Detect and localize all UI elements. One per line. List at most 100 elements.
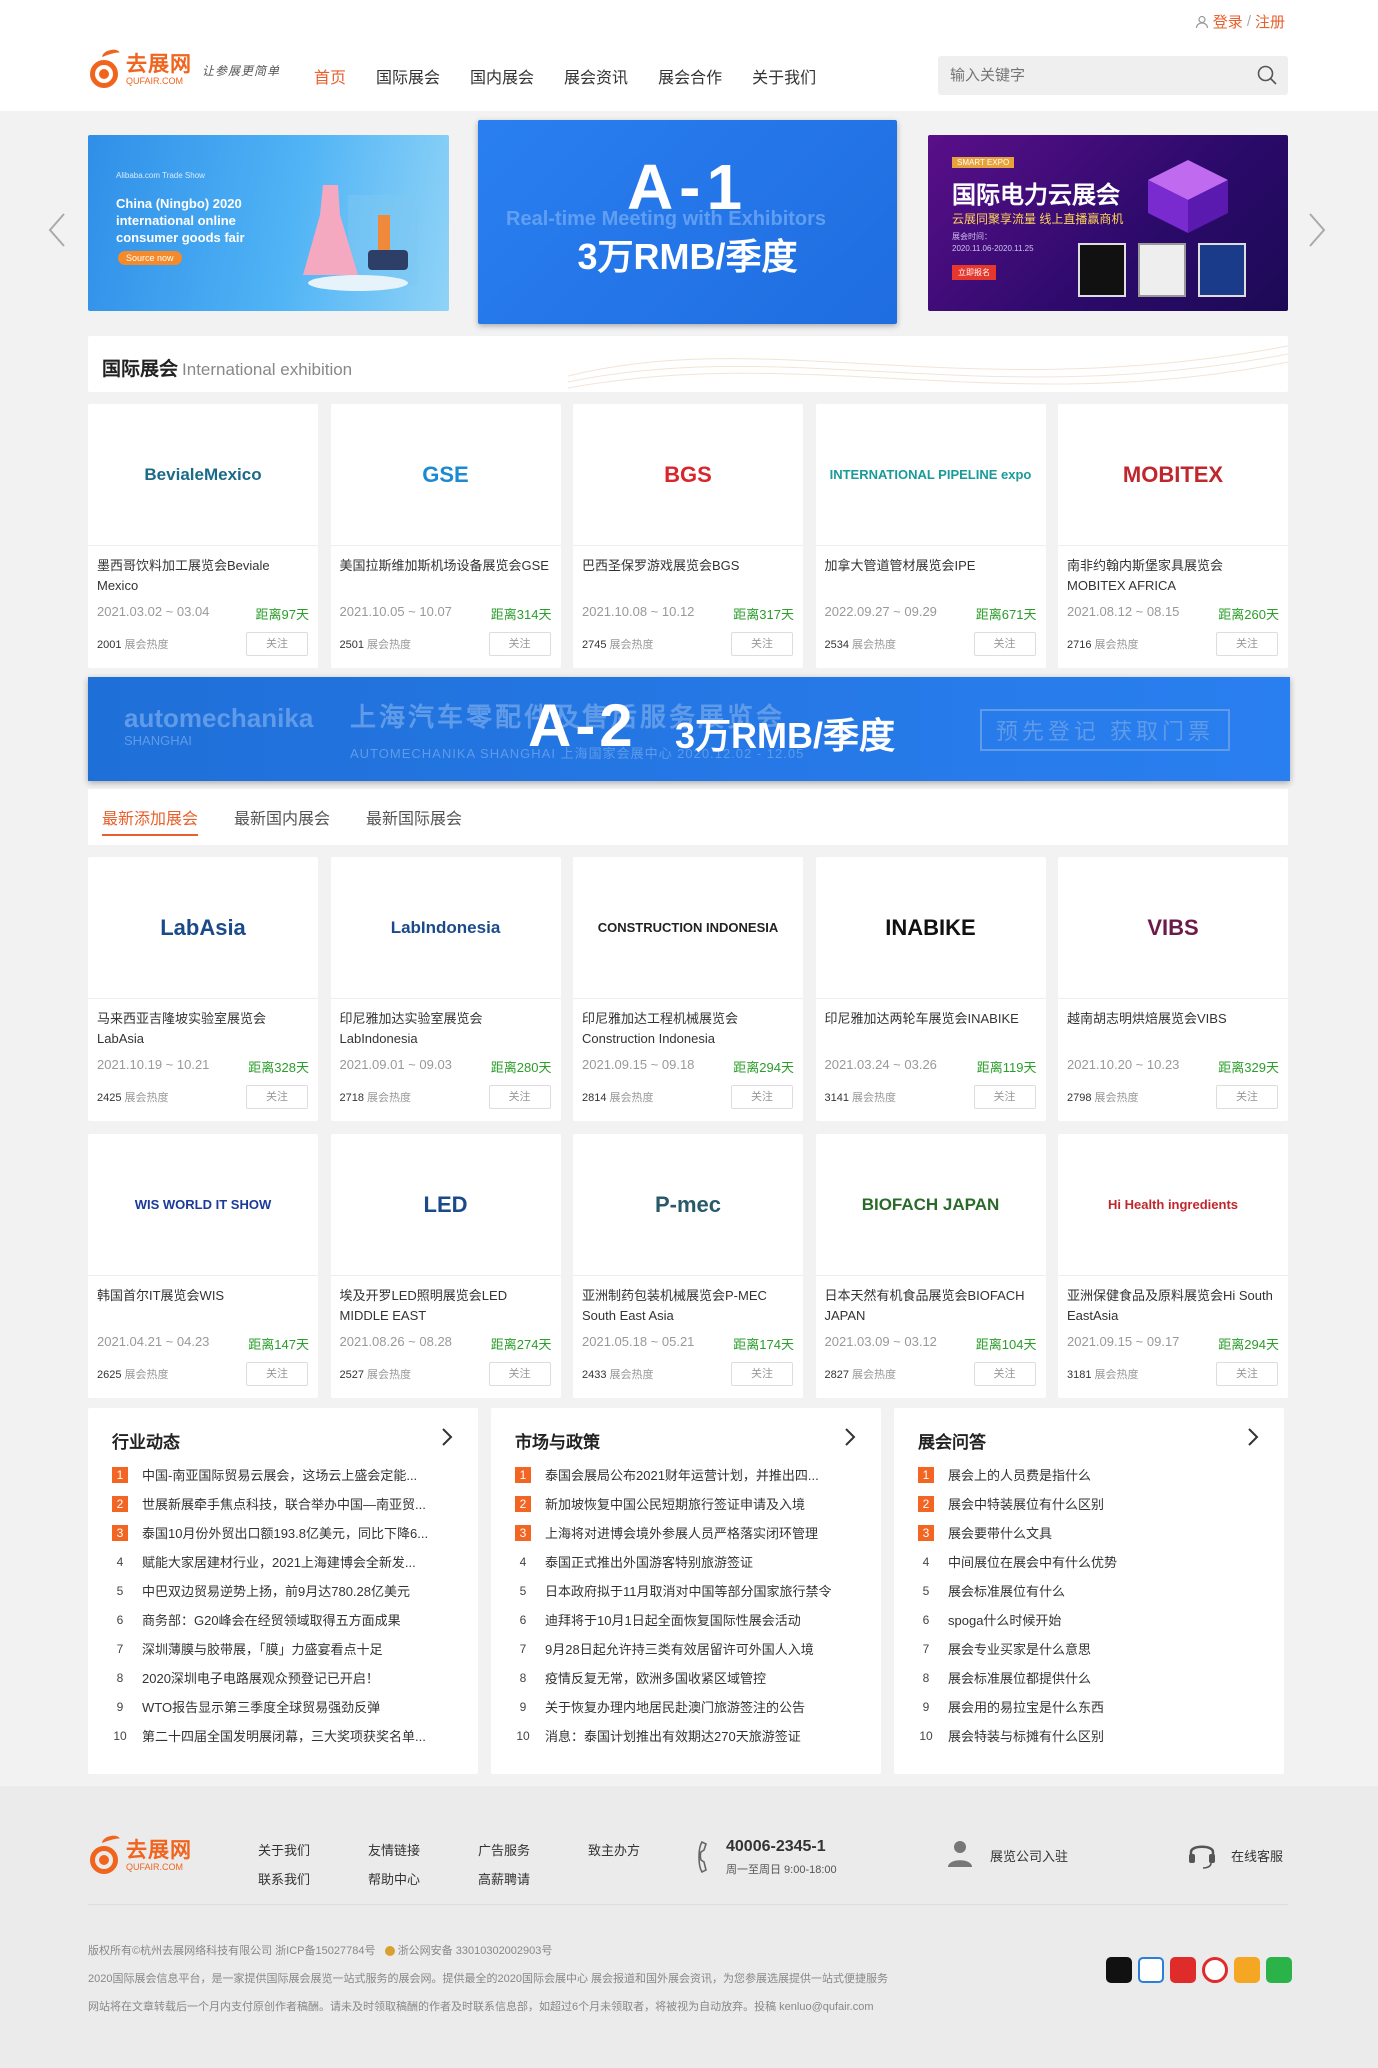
exhibition-name[interactable]: 巴西圣保罗游戏展览会BGS (582, 556, 796, 576)
exhibition-card[interactable]: WIS WORLD IT SHOW 韩国首尔IT展览会WIS 2021.04.2… (88, 1134, 318, 1398)
news-item[interactable]: 2 展会中特装展位有什么区别 (918, 1489, 1258, 1518)
news-item[interactable]: 7 深圳薄膜与胶带展，「膜」力盛宴看点十足 (112, 1634, 452, 1663)
exhibition-name[interactable]: 日本天然有机食品展览会BIOFACH JAPAN (825, 1286, 1039, 1326)
news-item[interactable]: 1 中国-南亚国际贸易云展会，这场云上盛会定能... (112, 1460, 452, 1489)
search-input[interactable] (938, 56, 1238, 95)
news-item[interactable]: 8 疫情反复无常，欧洲多国收紧区域管控 (515, 1663, 855, 1692)
news-item[interactable]: 10 第二十四届全国发明展闭幕，三大奖项获奖名单... (112, 1721, 452, 1750)
news-item[interactable]: 4 中间展位在展会中有什么优势 (918, 1547, 1258, 1576)
exhibition-name[interactable]: 亚洲保健食品及原料展览会Hi South EastAsia (1067, 1286, 1281, 1326)
nav-home[interactable]: 首页 (314, 64, 346, 88)
weibo-icon[interactable] (1202, 1957, 1228, 1983)
follow-button[interactable]: 关注 (973, 1362, 1036, 1386)
chevron-right-icon[interactable] (440, 1426, 454, 1448)
follow-button[interactable]: 关注 (731, 1085, 793, 1109)
tab-latest-added[interactable]: 最新添加展会 (102, 805, 199, 836)
exhibition-card[interactable]: MOBITEX 南非约翰内斯堡家具展览会MOBITEX AFRICA 2021.… (1058, 404, 1288, 668)
register-link[interactable]: 注册 (1255, 11, 1285, 32)
exhibition-card[interactable]: Hi Health ingredients 亚洲保健食品及原料展览会Hi Sou… (1058, 1134, 1288, 1398)
exhibition-card[interactable]: P-mec 亚洲制药包装机械展览会P-MEC South East Asia 2… (573, 1134, 803, 1398)
exhibition-name[interactable]: 印尼雅加达两轮车展览会INABIKE (825, 1009, 1039, 1029)
banner-left[interactable]: Alibaba.com Trade Show China (Ningbo) 20… (88, 135, 449, 311)
footer-online-service[interactable]: 在线客服 (1231, 1846, 1283, 1865)
footer-link-contact[interactable]: 联系我们 (258, 1869, 310, 1888)
follow-button[interactable]: 关注 (973, 632, 1036, 656)
news-item[interactable]: 6 商务部：G20峰会在经贸领域取得五方面成果 (112, 1605, 452, 1634)
exhibition-card[interactable]: INABIKE 印尼雅加达两轮车展览会INABIKE 2021.03.24 ~ … (815, 857, 1046, 1121)
follow-button[interactable]: 关注 (246, 1362, 308, 1386)
exhibition-card[interactable]: CONSTRUCTION INDONESIA 印尼雅加达工程机械展览会Const… (573, 857, 803, 1121)
banner-left-button[interactable]: Source now (118, 251, 182, 265)
wechat-icon[interactable] (1266, 1957, 1292, 1983)
follow-button[interactable]: 关注 (246, 1085, 308, 1109)
chevron-right-icon[interactable] (843, 1426, 857, 1448)
news-item[interactable]: 9 展会用的易拉宝是什么东西 (918, 1692, 1258, 1721)
news-item[interactable]: 7 展会专业买家是什么意思 (918, 1634, 1258, 1663)
news-item[interactable]: 2 新加坡恢复中国公民短期旅行签证申请及入境 (515, 1489, 855, 1518)
news-item[interactable]: 2 世展新展牵手焦点科技，联合举办中国—南亚贸... (112, 1489, 452, 1518)
follow-button[interactable]: 关注 (488, 1085, 551, 1109)
carousel-prev-icon[interactable] (46, 210, 68, 250)
news-item[interactable]: 5 中巴双边贸易逆势上扬，前9月达780.28亿美元 (112, 1576, 452, 1605)
ad-banner-a2[interactable]: automechanika SHANGHAI 上海汽车零配件及售后服务展览会 A… (88, 677, 1290, 781)
follow-button[interactable]: 关注 (1216, 632, 1278, 656)
news-item[interactable]: 3 上海将对进博会境外参展人员严格落实闭环管理 (515, 1518, 855, 1547)
youku-icon[interactable] (1138, 1957, 1164, 1983)
ad-banner-a1[interactable]: Real-time Meeting with Exhibitors A-1 3万… (478, 120, 897, 324)
site-logo[interactable]: 去展网 QUFAIR.COM 让参展更简单 (88, 47, 280, 90)
footer-link-jobs[interactable]: 高薪聘请 (478, 1869, 530, 1888)
news-item[interactable]: 1 泰国会展局公布2021财年运营计划，并推出四... (515, 1460, 855, 1489)
exhibition-name[interactable]: 韩国首尔IT展览会WIS (97, 1286, 311, 1306)
exhibition-name[interactable]: 埃及开罗LED照明展览会LED MIDDLE EAST (340, 1286, 554, 1326)
exhibition-name[interactable]: 马来西亚吉隆坡实验室展览会LabAsia (97, 1009, 311, 1049)
news-item[interactable]: 5 日本政府拟于11月取消对中国等部分国家旅行禁令 (515, 1576, 855, 1605)
nav-about[interactable]: 关于我们 (752, 64, 816, 88)
news-item[interactable]: 3 泰国10月份外贸出口额193.8亿美元，同比下降6... (112, 1518, 452, 1547)
news-item[interactable]: 5 展会标准展位有什么 (918, 1576, 1258, 1605)
follow-button[interactable]: 关注 (488, 632, 551, 656)
follow-button[interactable]: 关注 (731, 632, 793, 656)
chevron-right-icon[interactable] (1246, 1426, 1260, 1448)
carousel-next-icon[interactable] (1306, 210, 1328, 250)
douyin-icon[interactable] (1106, 1957, 1132, 1983)
nav-international[interactable]: 国际展会 (376, 64, 440, 88)
news-item[interactable]: 9 WTO报告显示第三季度全球贸易强劲反弹 (112, 1692, 452, 1721)
news-item[interactable]: 10 展会特装与标摊有什么区别 (918, 1721, 1258, 1750)
news-item[interactable]: 6 spoga什么时候开始 (918, 1605, 1258, 1634)
exhibition-card[interactable]: GSE 美国拉斯维加斯机场设备展览会GSE 2021.10.05 ~ 10.07… (330, 404, 561, 668)
exhibition-card[interactable]: LabIndonesia 印尼雅加达实验室展览会LabIndonesia 202… (330, 857, 561, 1121)
banner-right-button[interactable]: 立即报名 (952, 265, 996, 280)
nav-domestic[interactable]: 国内展会 (470, 64, 534, 88)
news-item[interactable]: 10 消息：泰国计划推出有效期达270天旅游签证 (515, 1721, 855, 1750)
news-item[interactable]: 3 展会要带什么文具 (918, 1518, 1258, 1547)
exhibition-name[interactable]: 南非约翰内斯堡家具展览会MOBITEX AFRICA (1067, 556, 1281, 596)
tab-latest-domestic[interactable]: 最新国内展会 (234, 805, 330, 829)
follow-button[interactable]: 关注 (1216, 1362, 1278, 1386)
news-item[interactable]: 4 泰国正式推出外国游客特别旅游签证 (515, 1547, 855, 1576)
exhibition-name[interactable]: 印尼雅加达实验室展览会LabIndonesia (340, 1009, 554, 1049)
exhibition-name[interactable]: 印尼雅加达工程机械展览会Construction Indonesia (582, 1009, 796, 1049)
news-item[interactable]: 8 展会标准展位都提供什么 (918, 1663, 1258, 1692)
exhibition-card[interactable]: VIBS 越南胡志明烘焙展览会VIBS 2021.10.20 ~ 10.23 距… (1058, 857, 1288, 1121)
exhibition-card[interactable]: LabAsia 马来西亚吉隆坡实验室展览会LabAsia 2021.10.19 … (88, 857, 318, 1121)
search-icon[interactable] (1256, 64, 1278, 86)
footer-link-help[interactable]: 帮助中心 (368, 1869, 420, 1888)
exhibition-card[interactable]: BGS 巴西圣保罗游戏展览会BGS 2021.10.08 ~ 10.12 距离3… (573, 404, 803, 668)
news-item[interactable]: 1 展会上的人员费是指什么 (918, 1460, 1258, 1489)
follow-button[interactable]: 关注 (973, 1085, 1036, 1109)
nav-cooperation[interactable]: 展会合作 (658, 64, 722, 88)
footer-company-join[interactable]: 展览公司入驻 (990, 1846, 1068, 1865)
exhibition-name[interactable]: 加拿大管道管材展览会IPE (825, 556, 1039, 576)
follow-button[interactable]: 关注 (1216, 1085, 1278, 1109)
toutiao-icon[interactable] (1170, 1957, 1196, 1983)
news-item[interactable]: 9 关于恢复办理内地居民赴澳门旅游签注的公告 (515, 1692, 855, 1721)
footer-link-organizers[interactable]: 致主办方 (588, 1840, 640, 1859)
news-item[interactable]: 8 2020深圳电子电路展观众预登记已开启！ (112, 1663, 452, 1692)
sohu-icon[interactable] (1234, 1957, 1260, 1983)
footer-link-friends[interactable]: 友情链接 (368, 1840, 420, 1859)
news-item[interactable]: 6 迪拜将于10月1日起全面恢复国际性展会活动 (515, 1605, 855, 1634)
exhibition-card[interactable]: BevialeMexico 墨西哥饮料加工展览会Beviale Mexico 2… (88, 404, 318, 668)
exhibition-card[interactable]: LED 埃及开罗LED照明展览会LED MIDDLE EAST 2021.08.… (330, 1134, 561, 1398)
banner-right[interactable]: SMART EXPO 国际电力云展会 云展同聚享流量 线上直播赢商机 展会时间：… (928, 135, 1288, 311)
exhibition-name[interactable]: 越南胡志明烘焙展览会VIBS (1067, 1009, 1281, 1029)
